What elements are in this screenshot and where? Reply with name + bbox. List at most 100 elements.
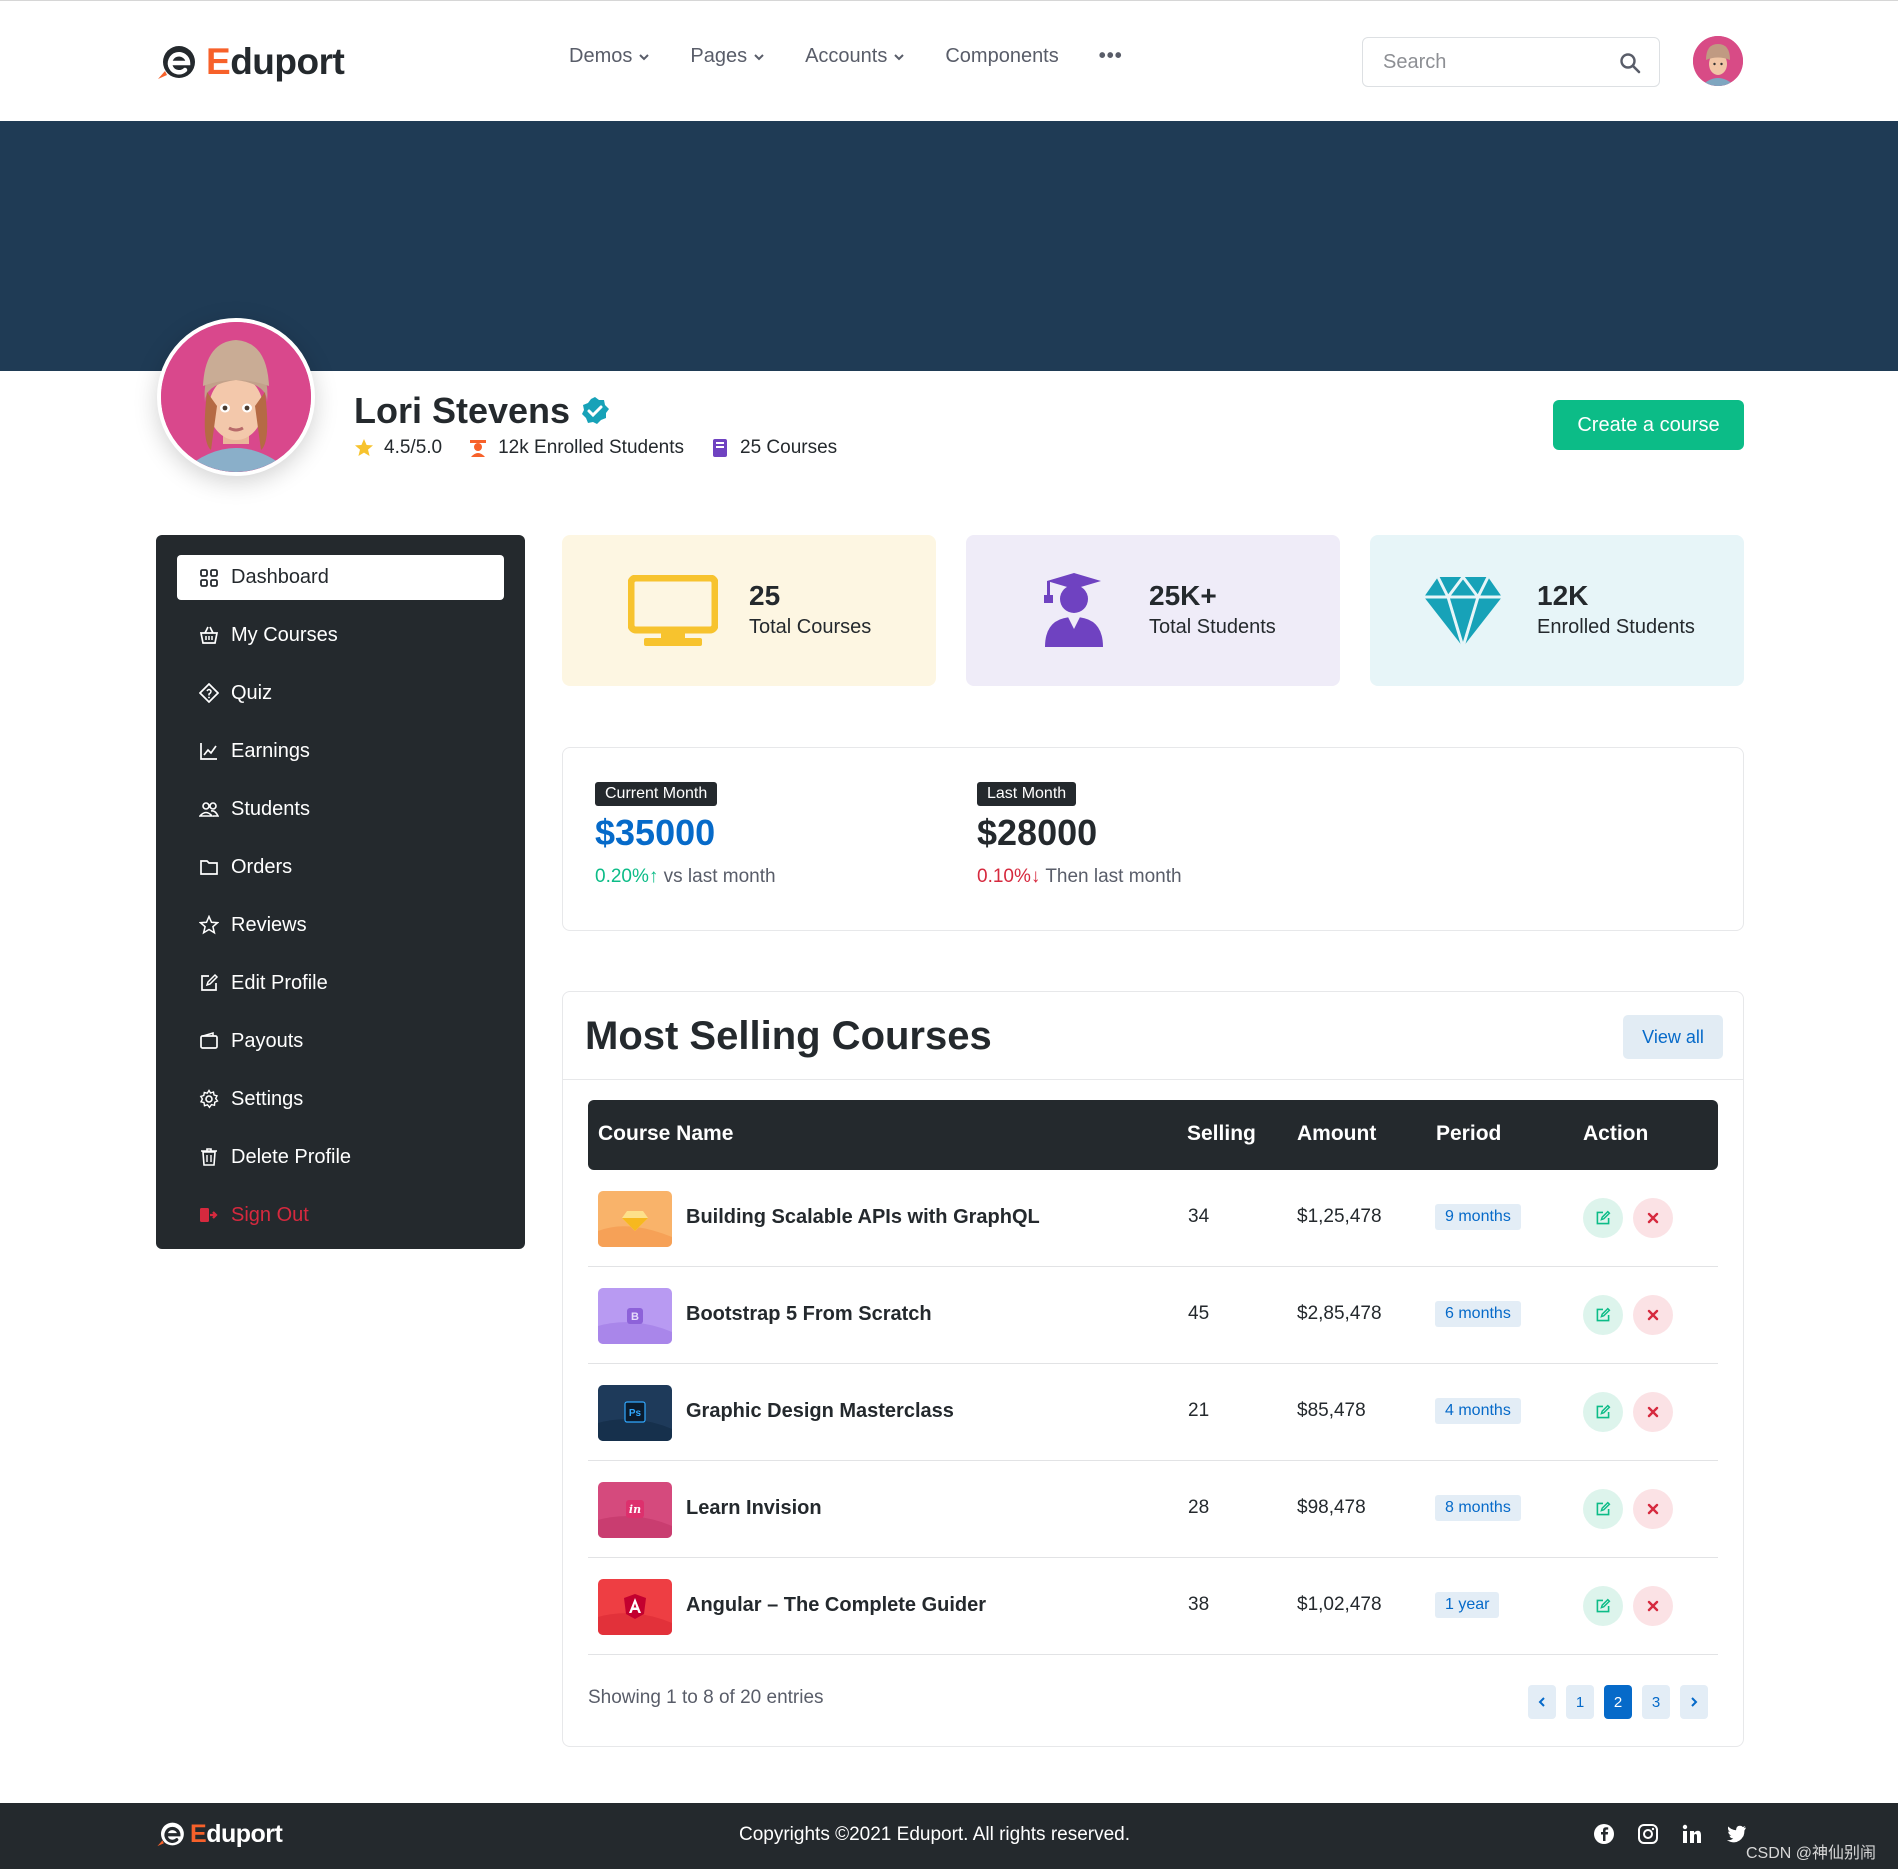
- pagination-next[interactable]: [1680, 1685, 1708, 1719]
- course-name[interactable]: Graphic Design Masterclass: [686, 1400, 954, 1423]
- edit-button[interactable]: [1583, 1198, 1623, 1238]
- course-name[interactable]: Learn Invision: [686, 1497, 822, 1520]
- sidebar-item-label: Payouts: [231, 1029, 304, 1052]
- close-icon: [1647, 1212, 1659, 1224]
- delete-button[interactable]: [1633, 1198, 1673, 1238]
- change-percent: 0.10%: [977, 866, 1031, 887]
- nav-accounts[interactable]: Accounts: [805, 45, 905, 68]
- sidebar-item-reviews[interactable]: Reviews: [177, 896, 504, 954]
- table-row: in Learn Invision 28 $98,478 8 months: [588, 1461, 1718, 1558]
- column-header-course-name[interactable]: Course Name: [598, 1122, 733, 1146]
- current-month-earnings: Current Month $35000 0.20%↑ vs last mont…: [595, 782, 776, 888]
- sidebar-item-settings[interactable]: Settings: [177, 1070, 504, 1128]
- sidebar-item-label: Students: [231, 797, 310, 820]
- nav-pages-label: Pages: [690, 45, 748, 67]
- search-input[interactable]: [1383, 38, 1623, 86]
- delete-button[interactable]: [1633, 1489, 1673, 1529]
- column-header-action: Action: [1583, 1122, 1649, 1145]
- column-header-amount[interactable]: Amount: [1297, 1122, 1376, 1146]
- sidebar-item-sign-out[interactable]: Sign Out: [177, 1186, 504, 1244]
- search-icon[interactable]: [1619, 52, 1641, 74]
- user-avatar[interactable]: [1693, 36, 1743, 86]
- instagram-icon[interactable]: [1637, 1823, 1659, 1845]
- change-percent: 0.20%: [595, 866, 649, 887]
- edit-button[interactable]: [1583, 1392, 1623, 1432]
- facebook-icon[interactable]: [1593, 1823, 1615, 1845]
- nav-pages[interactable]: Pages: [690, 45, 765, 68]
- footer-logo[interactable]: Eduport: [156, 1819, 283, 1849]
- sidebar-item-orders[interactable]: Orders: [177, 838, 504, 896]
- course-thumbnail[interactable]: B: [598, 1288, 672, 1344]
- course-name[interactable]: Angular – The Complete Guider: [686, 1594, 986, 1617]
- pencil-square-icon: [1596, 1598, 1611, 1613]
- sidebar-item-edit-profile[interactable]: Edit Profile: [177, 954, 504, 1012]
- course-amount: $85,478: [1297, 1400, 1366, 1421]
- nav-demos[interactable]: Demos: [569, 45, 650, 68]
- verified-badge-icon: [582, 397, 610, 424]
- sidebar-item-students[interactable]: Students: [177, 780, 504, 838]
- section-title: Most Selling Courses: [585, 1014, 992, 1058]
- last-month-change: 0.10%↓ Then last month: [977, 866, 1182, 888]
- delete-button[interactable]: [1633, 1295, 1673, 1335]
- edit-button[interactable]: [1583, 1586, 1623, 1626]
- chevron-down-icon: [639, 53, 650, 60]
- nav-components[interactable]: Components: [945, 45, 1058, 68]
- edit-button[interactable]: [1583, 1295, 1623, 1335]
- svg-text:B: B: [631, 1311, 639, 1323]
- stat-value: 25K+: [1149, 580, 1217, 611]
- create-course-button[interactable]: Create a course: [1553, 400, 1744, 450]
- linkedin-icon[interactable]: [1681, 1823, 1703, 1845]
- sidebar-item-label: Quiz: [231, 681, 273, 704]
- pagination-prev[interactable]: [1528, 1685, 1556, 1719]
- course-amount: $1,02,478: [1297, 1594, 1382, 1615]
- sidebar-item-payouts[interactable]: Payouts: [177, 1012, 504, 1070]
- table-row: B Bootstrap 5 From Scratch 45 $2,85,478 …: [588, 1267, 1718, 1364]
- profile-banner: [0, 121, 1898, 371]
- pencil-square-icon: [1596, 1404, 1611, 1419]
- sidebar-item-delete-profile[interactable]: Delete Profile: [177, 1128, 504, 1186]
- copyright-text: Copyrights ©2021 Eduport. All rights res…: [739, 1824, 1131, 1845]
- twitter-icon[interactable]: [1725, 1823, 1747, 1845]
- sidebar-item-quiz[interactable]: Quiz: [177, 664, 504, 722]
- course-thumbnail[interactable]: in: [598, 1482, 672, 1538]
- table-row: Ps Graphic Design Masterclass 21 $85,478…: [588, 1364, 1718, 1461]
- column-header-selling[interactable]: Selling: [1187, 1122, 1256, 1146]
- course-period-badge: 8 months: [1435, 1495, 1521, 1521]
- delete-button[interactable]: [1633, 1392, 1673, 1432]
- profile-avatar: [157, 318, 315, 476]
- pagination-page-2[interactable]: 2: [1604, 1685, 1632, 1719]
- course-name[interactable]: Bootstrap 5 From Scratch: [686, 1303, 932, 1326]
- change-note: vs last month: [663, 866, 776, 887]
- pagination-page-3[interactable]: 3: [1642, 1685, 1670, 1719]
- course-thumbnail[interactable]: Ps: [598, 1385, 672, 1441]
- chevron-right-icon: [1691, 1697, 1698, 1707]
- star-icon: [199, 915, 219, 935]
- course-period-badge: 1 year: [1435, 1592, 1500, 1618]
- enrolled-meta: 12k Enrolled Students: [468, 437, 684, 459]
- course-thumbnail[interactable]: [598, 1579, 672, 1635]
- brand-logo[interactable]: Eduport: [156, 41, 345, 83]
- course-name[interactable]: Building Scalable APIs with GraphQL: [686, 1206, 1040, 1229]
- earnings-summary: Current Month $35000 0.20%↑ vs last mont…: [562, 747, 1744, 931]
- column-header-period[interactable]: Period: [1436, 1122, 1501, 1146]
- bootstrap-icon: B: [598, 1288, 672, 1344]
- course-amount: $1,25,478: [1297, 1206, 1382, 1227]
- edit-button[interactable]: [1583, 1489, 1623, 1529]
- more-dots-icon[interactable]: •••: [1099, 45, 1123, 68]
- view-all-button[interactable]: View all: [1623, 1015, 1723, 1059]
- stat-card-total-courses: 25 Total Courses: [562, 535, 936, 686]
- course-thumbnail[interactable]: [598, 1191, 672, 1247]
- pencil-square-icon: [201, 973, 219, 991]
- pagination-page-1[interactable]: 1: [1566, 1685, 1594, 1719]
- sidebar-item-earnings[interactable]: Earnings: [177, 722, 504, 780]
- course-selling: 38: [1188, 1594, 1210, 1615]
- sidebar-item-my-courses[interactable]: My Courses: [177, 606, 504, 664]
- student-icon: [470, 440, 487, 457]
- sidebar-item-dashboard[interactable]: Dashboard: [177, 555, 504, 600]
- change-note: Then last month: [1045, 866, 1182, 887]
- stat-value: 25: [749, 580, 781, 611]
- wallet-icon: [200, 1031, 218, 1049]
- search-box: [1362, 37, 1660, 87]
- delete-button[interactable]: [1633, 1586, 1673, 1626]
- sketch-icon: [598, 1191, 672, 1247]
